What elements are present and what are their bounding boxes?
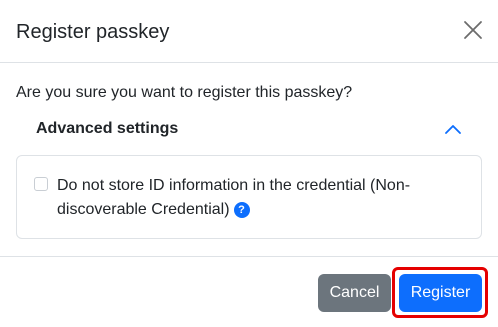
register-button[interactable]: Register [399, 274, 482, 312]
advanced-settings-toggle[interactable]: Advanced settings [16, 113, 482, 155]
dialog-body: Are you sure you want to register this p… [0, 63, 498, 256]
close-button[interactable] [462, 19, 484, 41]
question-circle-icon[interactable]: ? [233, 202, 250, 218]
advanced-settings-panel: Do not store ID information in the crede… [16, 155, 482, 239]
advanced-settings-title: Advanced settings [36, 120, 179, 137]
dialog-title: Register passkey [16, 21, 170, 43]
non-discoverable-checkbox[interactable] [34, 177, 48, 191]
chevron-up-icon [445, 125, 461, 134]
register-passkey-dialog: Register passkey Are you sure you want t… [0, 0, 498, 327]
dialog-footer: Cancel Register [0, 256, 498, 327]
non-discoverable-label[interactable]: Do not store ID information in the crede… [57, 174, 457, 222]
close-icon [464, 21, 482, 39]
dialog-header: Register passkey [0, 0, 498, 63]
cancel-button[interactable]: Cancel [318, 274, 391, 312]
confirmation-text: Are you sure you want to register this p… [16, 84, 353, 101]
